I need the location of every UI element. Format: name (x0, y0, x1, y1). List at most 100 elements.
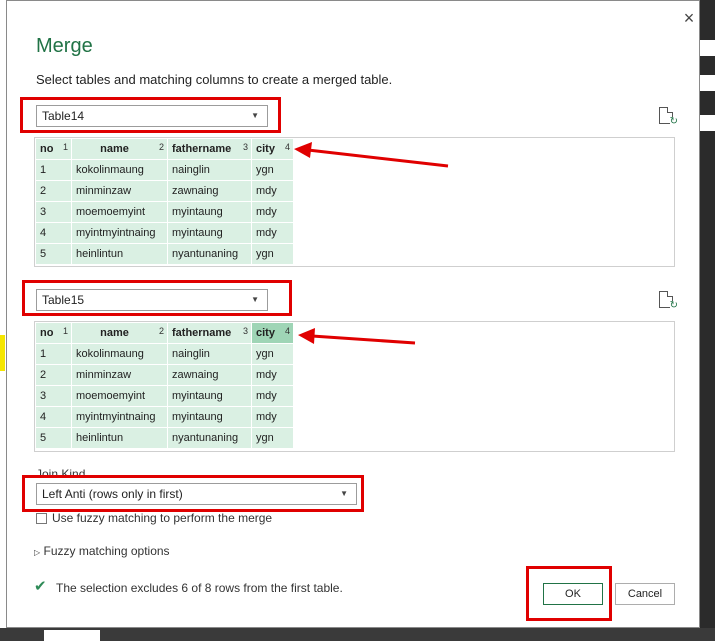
table-cell: ygn (251, 343, 294, 365)
first-table-preview: no 1 name 2 fathername 3 city 4 1 kokolinmaung na… (34, 137, 675, 267)
table-cell: minminzaw (71, 180, 168, 202)
dialog-subtitle: Select tables and matching columns to cr… (36, 72, 393, 87)
table-cell: myintaung (167, 385, 252, 407)
table-cell: 1 (35, 343, 72, 365)
table-cell: nainglin (167, 159, 252, 181)
column-index: 4 (284, 326, 290, 336)
table-row: 2 minminzaw zawnaing mdy (35, 364, 294, 386)
table-cell: moemoemyint (71, 201, 168, 223)
background-sheet-right (700, 0, 715, 641)
column-header-label: no (40, 327, 54, 339)
table-cell: 1 (35, 159, 72, 181)
table-row: 2 minminzaw zawnaing mdy (35, 180, 294, 202)
table-cell: mdy (251, 364, 294, 386)
column-index: 1 (62, 142, 68, 152)
status-message: The selection excludes 6 of 8 rows from … (56, 581, 343, 595)
fuzzy-matching-checkbox[interactable] (36, 513, 47, 524)
table-cell: nyantunaning (167, 243, 252, 265)
table-cell: zawnaing (167, 364, 252, 386)
table-cell: 5 (35, 243, 72, 265)
table-cell: mdy (251, 201, 294, 223)
column-header-city[interactable]: city 4 (251, 138, 294, 160)
table-cell: heinlintun (71, 243, 168, 265)
table-cell: 2 (35, 364, 72, 386)
refresh-preview-icon[interactable]: ↻ (659, 291, 678, 311)
table-row: 4 myintmyintnaing myintaung mdy (35, 222, 294, 244)
table-row: 5 heinlintun nyantunaning ygn (35, 243, 294, 265)
triangle-right-icon: ▷ (34, 548, 41, 557)
column-index: 4 (284, 142, 290, 152)
column-header-label: city (256, 143, 275, 155)
annotation-box-second-table (22, 280, 292, 316)
column-header-label: fathername (172, 143, 232, 155)
background-cell (700, 75, 715, 91)
column-index: 2 (158, 142, 164, 152)
cancel-button[interactable]: Cancel (615, 583, 675, 605)
checkmark-icon: ✔ (34, 578, 47, 595)
table-cell: moemoemyint (71, 385, 168, 407)
table-cell: 3 (35, 201, 72, 223)
fuzzy-matching-label: Use fuzzy matching to perform the merge (52, 511, 273, 525)
table-cell: myintaung (167, 222, 252, 244)
dialog-title: Merge (36, 35, 93, 57)
sheet-tab-bar (0, 628, 715, 641)
table-cell: zawnaing (167, 180, 252, 202)
annotation-box-join-kind (22, 475, 364, 512)
table-cell: heinlintun (71, 427, 168, 449)
table-cell: kokolinmaung (71, 159, 168, 181)
table-row: 1 kokolinmaung nainglin ygn (35, 159, 294, 181)
column-index: 1 (62, 326, 68, 336)
column-header-name[interactable]: name 2 (71, 322, 168, 344)
column-header-fathername[interactable]: fathername 3 (167, 322, 252, 344)
column-index: 3 (242, 142, 248, 152)
table-row: 4 myintmyintnaing myintaung mdy (35, 406, 294, 428)
column-header-no[interactable]: no 1 (35, 322, 72, 344)
column-header-city[interactable]: city 4 (251, 322, 294, 344)
column-header-label: city (256, 327, 275, 339)
column-header-label: no (40, 143, 54, 155)
table-cell: ygn (251, 243, 294, 265)
refresh-preview-icon[interactable]: ↻ (659, 107, 678, 127)
fuzzy-options-label: Fuzzy matching options (43, 544, 170, 558)
table-cell: 2 (35, 180, 72, 202)
column-header-label: name (100, 327, 129, 339)
table-cell: mdy (251, 406, 294, 428)
table-cell: ygn (251, 427, 294, 449)
column-header-label: name (100, 143, 129, 155)
column-header-fathername[interactable]: fathername 3 (167, 138, 252, 160)
refresh-icon: ↻ (669, 300, 678, 311)
table-row: 3 moemoemyint myintaung mdy (35, 385, 294, 407)
column-header-no[interactable]: no 1 (35, 138, 72, 160)
column-header-label: fathername (172, 327, 232, 339)
table-cell: 3 (35, 385, 72, 407)
table-cell: mdy (251, 385, 294, 407)
table-cell: minminzaw (71, 364, 168, 386)
background-cell (700, 40, 715, 56)
table-row: 1 kokolinmaung nainglin ygn (35, 343, 294, 365)
table-cell: myintmyintnaing (71, 406, 168, 428)
table-cell: ygn (251, 159, 294, 181)
table-cell: nainglin (167, 343, 252, 365)
sheet-tab (44, 630, 100, 641)
table-cell: 5 (35, 427, 72, 449)
column-index: 3 (242, 326, 248, 336)
table-cell: 4 (35, 406, 72, 428)
column-index: 2 (158, 326, 164, 336)
table-row: 5 heinlintun nyantunaning ygn (35, 427, 294, 449)
table-cell: mdy (251, 222, 294, 244)
close-icon[interactable]: × (680, 9, 698, 27)
table-cell: 4 (35, 222, 72, 244)
first-table-grid: no 1 name 2 fathername 3 city 4 1 kokolinmaung na… (35, 138, 294, 265)
table-cell: kokolinmaung (71, 343, 168, 365)
table-cell: myintmyintnaing (71, 222, 168, 244)
fuzzy-options-expander[interactable]: ▷ Fuzzy matching options (34, 544, 170, 558)
annotation-box-ok (526, 566, 612, 621)
table-cell: myintaung (167, 406, 252, 428)
table-cell: myintaung (167, 201, 252, 223)
column-header-name[interactable]: name 2 (71, 138, 168, 160)
highlighted-cell (0, 335, 5, 371)
annotation-box-first-table (20, 97, 281, 133)
second-table-preview: no 1 name 2 fathername 3 city 4 1 kokolinmaung na… (34, 321, 675, 452)
background-cell (700, 115, 715, 131)
second-table-grid: no 1 name 2 fathername 3 city 4 1 kokolinmaung na… (35, 322, 294, 449)
